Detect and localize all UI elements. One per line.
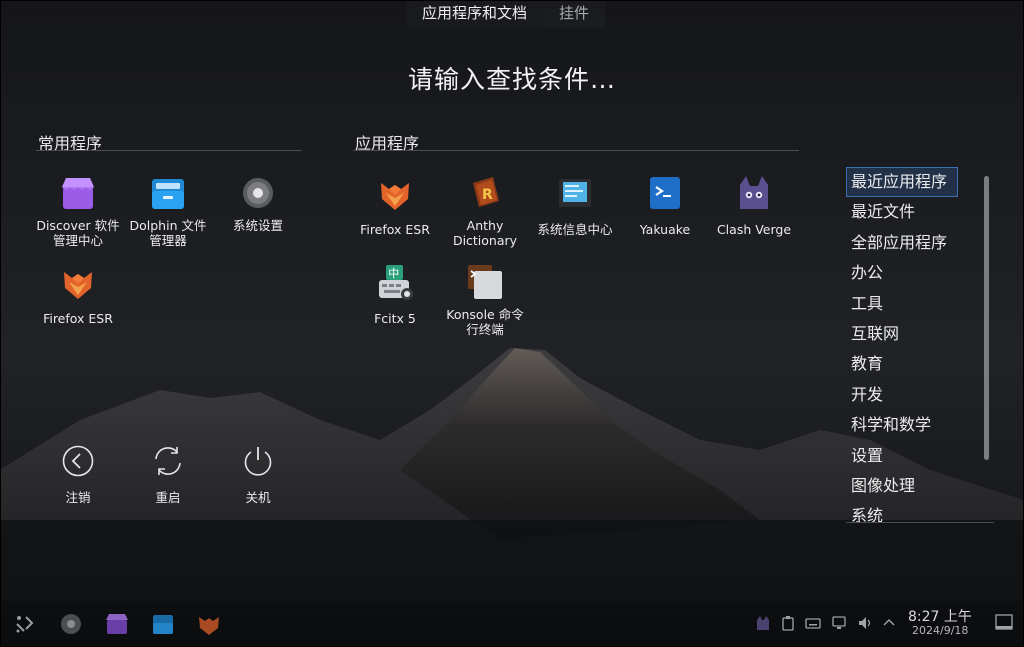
favorite-dolphin[interactable]: Dolphin 文件 管理器 <box>124 173 212 248</box>
dolphin-icon <box>152 179 184 209</box>
svg-text:R: R <box>482 187 493 203</box>
shutdown-label: 关机 <box>245 490 271 505</box>
app-label: Anthy Dictionary <box>452 218 518 248</box>
category-item[interactable]: 开发 <box>846 380 996 410</box>
back-arrow-icon <box>62 445 94 477</box>
app-label: Yakuake <box>639 222 691 237</box>
network-icon[interactable] <box>831 615 847 631</box>
favorite-label: Firefox ESR <box>43 311 113 326</box>
clock-date[interactable]: 2024/9/18 <box>912 624 968 637</box>
logout-button[interactable]: 注销 <box>48 444 108 506</box>
restart-button[interactable]: 重启 <box>138 444 198 506</box>
favorite-label: Dolphin 文件 管理器 <box>129 218 207 248</box>
category-item[interactable]: 图像处理 <box>846 471 996 501</box>
launcher-tabs: 应用程序和文档 挂件 <box>406 0 606 28</box>
category-item[interactable]: 办公 <box>846 258 996 288</box>
category-item[interactable]: 最近应用程序 <box>846 167 958 198</box>
fcitx-icon: 中 <box>379 265 413 300</box>
app-anthy-dictionary[interactable]: R Anthy Dictionary <box>441 173 529 248</box>
yakuake-icon <box>650 177 680 209</box>
app-konsole[interactable]: Konsole 命令 行终端 <box>441 262 529 337</box>
category-item[interactable]: 最近文件 <box>846 197 996 227</box>
category-divider <box>846 522 994 523</box>
power-icon <box>244 447 272 476</box>
applications-divider <box>353 150 799 151</box>
app-yakuake[interactable]: Yakuake <box>621 173 709 237</box>
clipboard-icon[interactable] <box>780 615 796 631</box>
category-item[interactable]: 系统 <box>846 501 996 531</box>
favorite-system-settings[interactable]: 系统设置 <box>214 173 302 233</box>
tab-applications-documents[interactable]: 应用程序和文档 <box>406 0 544 28</box>
category-item[interactable]: 工具 <box>846 289 996 319</box>
firefox-icon <box>381 183 409 210</box>
app-label: 系统信息中心 <box>537 222 613 237</box>
app-system-info[interactable]: 系统信息中心 <box>531 173 619 237</box>
konsole-icon <box>468 265 502 299</box>
refresh-icon <box>155 447 181 475</box>
category-scrollbar[interactable] <box>984 176 989 460</box>
kde-menu-icon[interactable] <box>11 611 37 637</box>
category-item[interactable]: 科学和数学 <box>846 410 996 440</box>
category-item[interactable]: 互联网 <box>846 319 996 349</box>
discover-icon[interactable] <box>104 611 130 637</box>
app-label: Clash Verge <box>716 222 792 237</box>
settings-icon[interactable] <box>58 611 84 637</box>
clash-verge-icon <box>740 176 768 209</box>
clock-time[interactable]: 8:27 上午 <box>908 606 972 626</box>
volume-icon[interactable] <box>857 615 873 631</box>
dolphin-icon[interactable] <box>150 611 176 637</box>
app-label: Firefox ESR <box>360 222 430 237</box>
restart-label: 重启 <box>155 490 181 505</box>
anthy-dictionary-icon: R <box>473 177 499 207</box>
search-prompt[interactable]: 请输入查找条件… <box>0 60 1024 96</box>
app-label: Fcitx 5 <box>374 311 416 326</box>
category-item[interactable]: 设置 <box>846 441 996 471</box>
category-item[interactable]: 教育 <box>846 349 996 379</box>
settings-icon <box>243 178 273 208</box>
category-list: 最近应用程序 最近文件 全部应用程序 办公 工具 互联网 教育 开发 科学和数学… <box>846 167 996 532</box>
tab-widgets[interactable]: 挂件 <box>543 0 606 28</box>
favorite-label: Discover 软件 管理中心 <box>36 218 120 248</box>
app-firefox[interactable]: Firefox ESR <box>351 173 439 237</box>
category-item[interactable]: 全部应用程序 <box>846 228 996 258</box>
firefox-icon[interactable] <box>196 611 222 637</box>
app-clash-verge[interactable]: Clash Verge <box>710 173 798 237</box>
app-fcitx[interactable]: 中 Fcitx 5 <box>351 262 439 326</box>
svg-text:中: 中 <box>388 267 399 280</box>
favorite-label: 系统设置 <box>232 218 283 233</box>
chevron-up-icon[interactable] <box>881 615 897 631</box>
favorites-divider <box>36 150 302 151</box>
shutdown-button[interactable]: 关机 <box>228 444 288 506</box>
clash-verge-tray-icon[interactable] <box>755 615 771 631</box>
keyboard-icon[interactable] <box>805 615 821 631</box>
favorite-discover[interactable]: Discover 软件 管理中心 <box>34 173 122 248</box>
logout-label: 注销 <box>65 490 91 505</box>
app-label: Konsole 命令 行终端 <box>446 307 524 337</box>
discover-icon <box>62 178 94 209</box>
favorite-firefox[interactable]: Firefox ESR <box>34 262 122 326</box>
show-desktop-icon[interactable] <box>994 612 1014 632</box>
firefox-icon <box>64 272 92 299</box>
system-info-icon <box>559 179 591 207</box>
